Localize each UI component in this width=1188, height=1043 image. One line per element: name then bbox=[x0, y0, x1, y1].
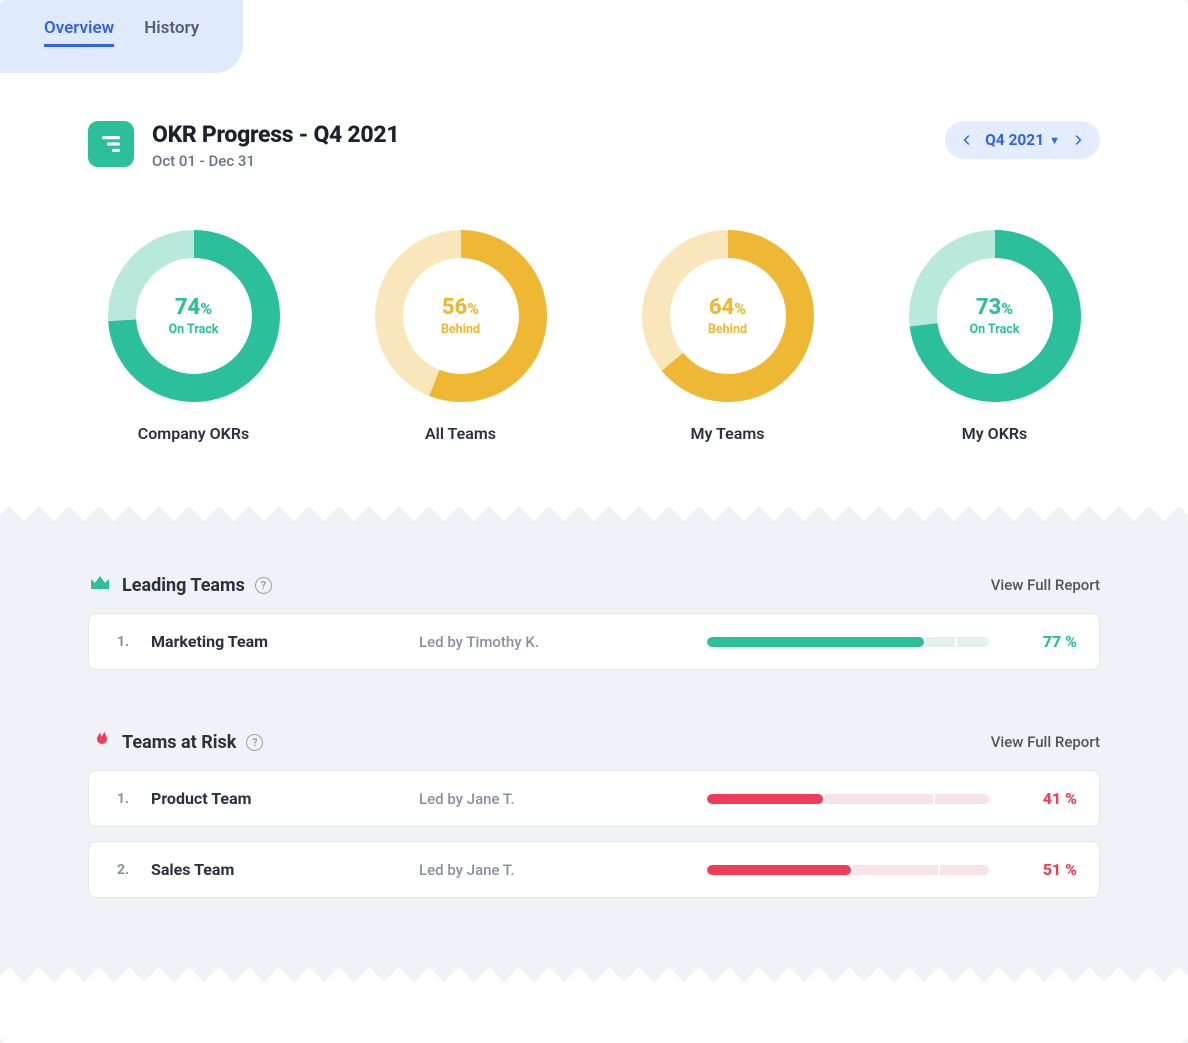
team-rank: 2. bbox=[103, 862, 143, 878]
donut-status: Behind bbox=[708, 322, 747, 337]
chevron-left-icon bbox=[961, 134, 973, 146]
page-header: OKR Progress - Q4 2021 Oct 01 - Dec 31 Q… bbox=[0, 73, 1188, 200]
donut-status: On Track bbox=[169, 322, 219, 337]
donut-caption: Company OKRs bbox=[138, 424, 249, 443]
team-name: Marketing Team bbox=[151, 632, 411, 651]
donut-value: 73% bbox=[976, 295, 1013, 320]
divider-zigzag bbox=[0, 495, 1188, 523]
donut-company-okrs[interactable]: 74% On Track Company OKRs bbox=[104, 226, 284, 443]
leading-title: Leading Teams bbox=[122, 575, 245, 596]
period-next-button[interactable] bbox=[1066, 134, 1090, 146]
crown-icon bbox=[88, 571, 112, 599]
donut-my-teams[interactable]: 64% Behind My Teams bbox=[638, 226, 818, 443]
caret-down-icon: ▼ bbox=[1049, 134, 1060, 147]
risk-title: Teams at Risk bbox=[122, 732, 236, 753]
donut-caption: All Teams bbox=[425, 424, 496, 443]
donut-value: 74% bbox=[175, 295, 212, 320]
team-pct: 77 % bbox=[997, 632, 1077, 651]
donut-row: 74% On Track Company OKRs 56% Behind All… bbox=[0, 200, 1188, 495]
team-lead: Led by Jane T. bbox=[419, 790, 699, 808]
tab-history[interactable]: History bbox=[144, 12, 199, 47]
period-label: Q4 2021 bbox=[985, 131, 1044, 149]
risk-help-icon[interactable]: ? bbox=[246, 734, 263, 751]
donut-caption: My Teams bbox=[691, 424, 765, 443]
team-progress-bar bbox=[707, 865, 989, 875]
tab-bar: Overview History bbox=[0, 0, 1188, 73]
team-name: Sales Team bbox=[151, 860, 411, 879]
donut-value: 56% bbox=[442, 295, 479, 320]
team-rank: 1. bbox=[103, 791, 143, 807]
risk-teams-header: Teams at Risk ? View Full Report bbox=[88, 728, 1100, 756]
donut-status: Behind bbox=[441, 322, 480, 337]
period-dropdown[interactable]: Q4 2021 ▼ bbox=[979, 131, 1066, 149]
page-subtitle: Oct 01 - Dec 31 bbox=[152, 152, 399, 170]
team-name: Product Team bbox=[151, 789, 411, 808]
donut-caption: My OKRs bbox=[962, 424, 1027, 443]
team-rank: 1. bbox=[103, 634, 143, 650]
donut-value: 64% bbox=[709, 295, 746, 320]
team-pct: 51 % bbox=[997, 860, 1077, 879]
leading-teams-header: Leading Teams ? View Full Report bbox=[88, 571, 1100, 599]
leading-view-report-link[interactable]: View Full Report bbox=[991, 576, 1100, 594]
donut-status: On Track bbox=[970, 322, 1020, 337]
divider-zigzag-bottom bbox=[0, 954, 1188, 982]
team-progress-bar bbox=[707, 637, 989, 647]
chevron-right-icon bbox=[1072, 134, 1084, 146]
team-lead: Led by Timothy K. bbox=[419, 633, 699, 651]
team-progress-bar bbox=[707, 794, 989, 804]
team-row[interactable]: 1. Product Team Led by Jane T. 41 % bbox=[88, 770, 1100, 827]
leading-help-icon[interactable]: ? bbox=[255, 577, 272, 594]
team-row[interactable]: 1. Marketing Team Led by Timothy K. 77 % bbox=[88, 613, 1100, 670]
app-logo-icon bbox=[88, 121, 134, 167]
page-title: OKR Progress - Q4 2021 bbox=[152, 121, 399, 148]
risk-view-report-link[interactable]: View Full Report bbox=[991, 733, 1100, 751]
fire-icon bbox=[88, 728, 112, 756]
period-selector: Q4 2021 ▼ bbox=[945, 121, 1100, 159]
team-lead: Led by Jane T. bbox=[419, 861, 699, 879]
team-row[interactable]: 2. Sales Team Led by Jane T. 51 % bbox=[88, 841, 1100, 898]
donut-my-okrs[interactable]: 73% On Track My OKRs bbox=[905, 226, 1085, 443]
tab-overview[interactable]: Overview bbox=[44, 12, 114, 47]
donut-all-teams[interactable]: 56% Behind All Teams bbox=[371, 226, 551, 443]
team-pct: 41 % bbox=[997, 789, 1077, 808]
period-prev-button[interactable] bbox=[955, 134, 979, 146]
